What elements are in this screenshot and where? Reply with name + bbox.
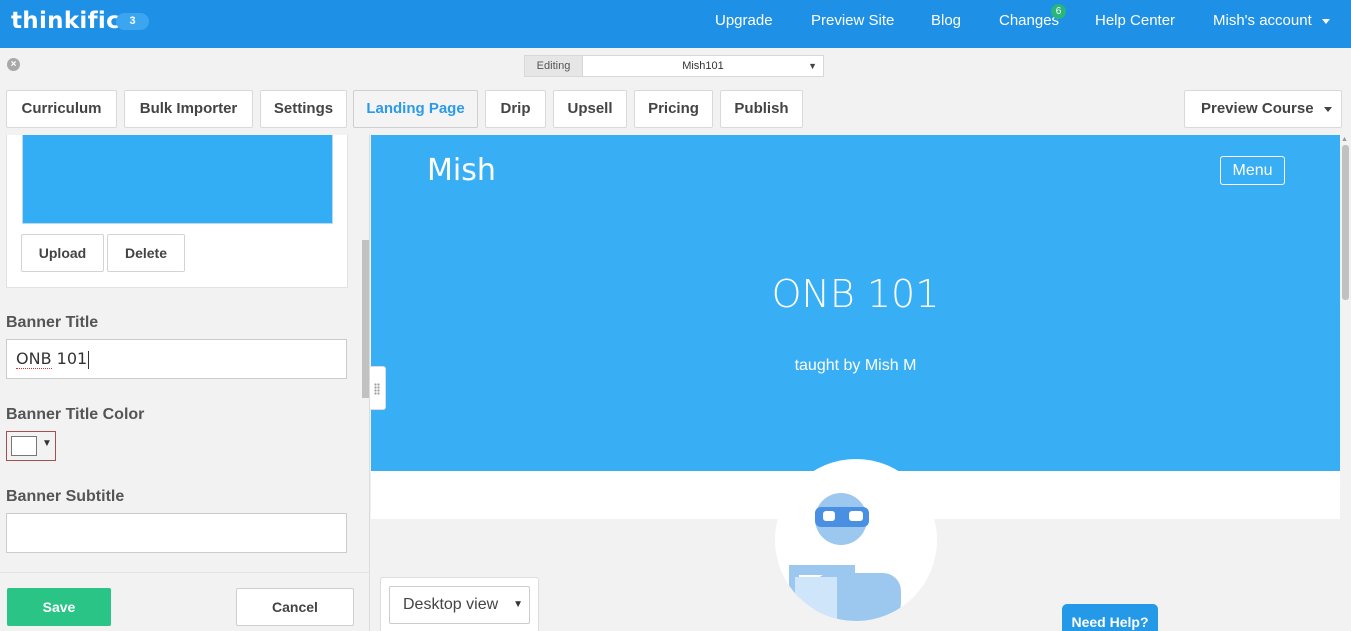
chevron-down-icon: ▼ bbox=[808, 61, 817, 71]
upload-button[interactable]: Upload bbox=[21, 234, 104, 272]
banner-subtitle-label: Banner Subtitle bbox=[6, 488, 125, 505]
delete-button[interactable]: Delete bbox=[107, 234, 185, 272]
changes-count-badge: 6 bbox=[1051, 4, 1066, 19]
course-select[interactable]: Mish101 ▼ bbox=[582, 55, 824, 77]
cancel-button[interactable]: Cancel bbox=[236, 588, 354, 626]
upgrade-link[interactable]: Upgrade bbox=[715, 0, 773, 48]
preview-course-label: Preview Course bbox=[1201, 100, 1314, 117]
chevron-down-icon bbox=[1323, 106, 1332, 112]
banner-title-value-word: ONB bbox=[16, 349, 52, 369]
tab-upsell[interactable]: Upsell bbox=[553, 90, 627, 128]
banner-image-preview bbox=[22, 135, 333, 224]
preview-course-button[interactable]: Preview Course bbox=[1184, 90, 1342, 128]
preview-banner: Mish Menu ONB 101 taught by Mish M bbox=[371, 135, 1340, 471]
need-help-button[interactable]: Need Help? bbox=[1062, 604, 1158, 631]
banner-title-input[interactable]: ONB 101 bbox=[6, 339, 347, 379]
view-mode-value: Desktop view bbox=[403, 596, 499, 613]
tab-publish[interactable]: Publish bbox=[720, 90, 803, 128]
account-menu-label: Mish's account bbox=[1213, 12, 1312, 29]
course-select-value: Mish101 bbox=[682, 60, 724, 72]
thinkific-logo[interactable]: thinkific bbox=[11, 8, 120, 34]
chevron-down-icon: ▼ bbox=[42, 438, 52, 449]
panel-resize-handle[interactable] bbox=[370, 366, 386, 410]
color-swatch bbox=[11, 436, 37, 456]
account-menu[interactable]: Mish's account bbox=[1213, 0, 1330, 48]
tab-settings[interactable]: Settings bbox=[260, 90, 347, 128]
menu-button[interactable]: Menu bbox=[1220, 156, 1285, 185]
banner-subtitle-input[interactable] bbox=[6, 513, 347, 553]
top-navigation-bar: thinkific 3 Upgrade Preview Site Blog Ch… bbox=[0, 0, 1351, 48]
course-subtitle: taught by Mish M bbox=[794, 357, 917, 374]
banner-image-card: Upload Delete bbox=[6, 135, 348, 288]
settings-panel: Upload Delete Banner Title ONB 101 Banne… bbox=[0, 135, 370, 631]
save-button[interactable]: Save bbox=[7, 588, 111, 626]
drag-handle-icon bbox=[374, 383, 380, 395]
notification-count-badge[interactable]: 3 bbox=[116, 13, 149, 30]
blog-link[interactable]: Blog bbox=[931, 0, 961, 48]
chevron-down-icon bbox=[1321, 18, 1330, 24]
banner-title-color-picker[interactable]: ▼ bbox=[6, 431, 56, 461]
panel-footer: Save Cancel bbox=[0, 572, 369, 631]
text-cursor bbox=[88, 350, 90, 369]
close-icon[interactable]: × bbox=[7, 58, 20, 71]
site-name[interactable]: Mish bbox=[427, 153, 496, 188]
banner-title-label: Banner Title bbox=[6, 314, 99, 331]
instructor-avatar bbox=[775, 459, 937, 621]
scroll-up-arrow-icon[interactable]: ▲ bbox=[1341, 136, 1348, 143]
banner-title-value-num: 101 bbox=[56, 349, 88, 368]
tab-curriculum[interactable]: Curriculum bbox=[6, 90, 117, 128]
changes-link[interactable]: Changes bbox=[999, 0, 1059, 48]
preview-site-link[interactable]: Preview Site bbox=[811, 0, 894, 48]
tab-drip[interactable]: Drip bbox=[485, 90, 546, 128]
course-title: ONB 101 bbox=[771, 272, 940, 316]
view-mode-select[interactable]: Desktop view ▼ bbox=[389, 586, 530, 624]
tab-bulk-importer[interactable]: Bulk Importer bbox=[124, 90, 253, 128]
banner-title-color-label: Banner Title Color bbox=[6, 406, 145, 423]
robot-avatar-icon bbox=[789, 493, 901, 621]
editing-label: Editing bbox=[524, 55, 582, 77]
help-center-link[interactable]: Help Center bbox=[1095, 0, 1175, 48]
landing-page-preview: Mish Menu ONB 101 taught by Mish M ▲ bbox=[371, 135, 1351, 631]
panel-scrollbar-thumb[interactable] bbox=[362, 240, 369, 398]
preview-scrollbar-thumb[interactable] bbox=[1342, 145, 1349, 300]
tab-landing-page[interactable]: Landing Page bbox=[353, 90, 478, 128]
tab-pricing[interactable]: Pricing bbox=[634, 90, 713, 128]
chevron-down-icon: ▼ bbox=[513, 599, 523, 610]
